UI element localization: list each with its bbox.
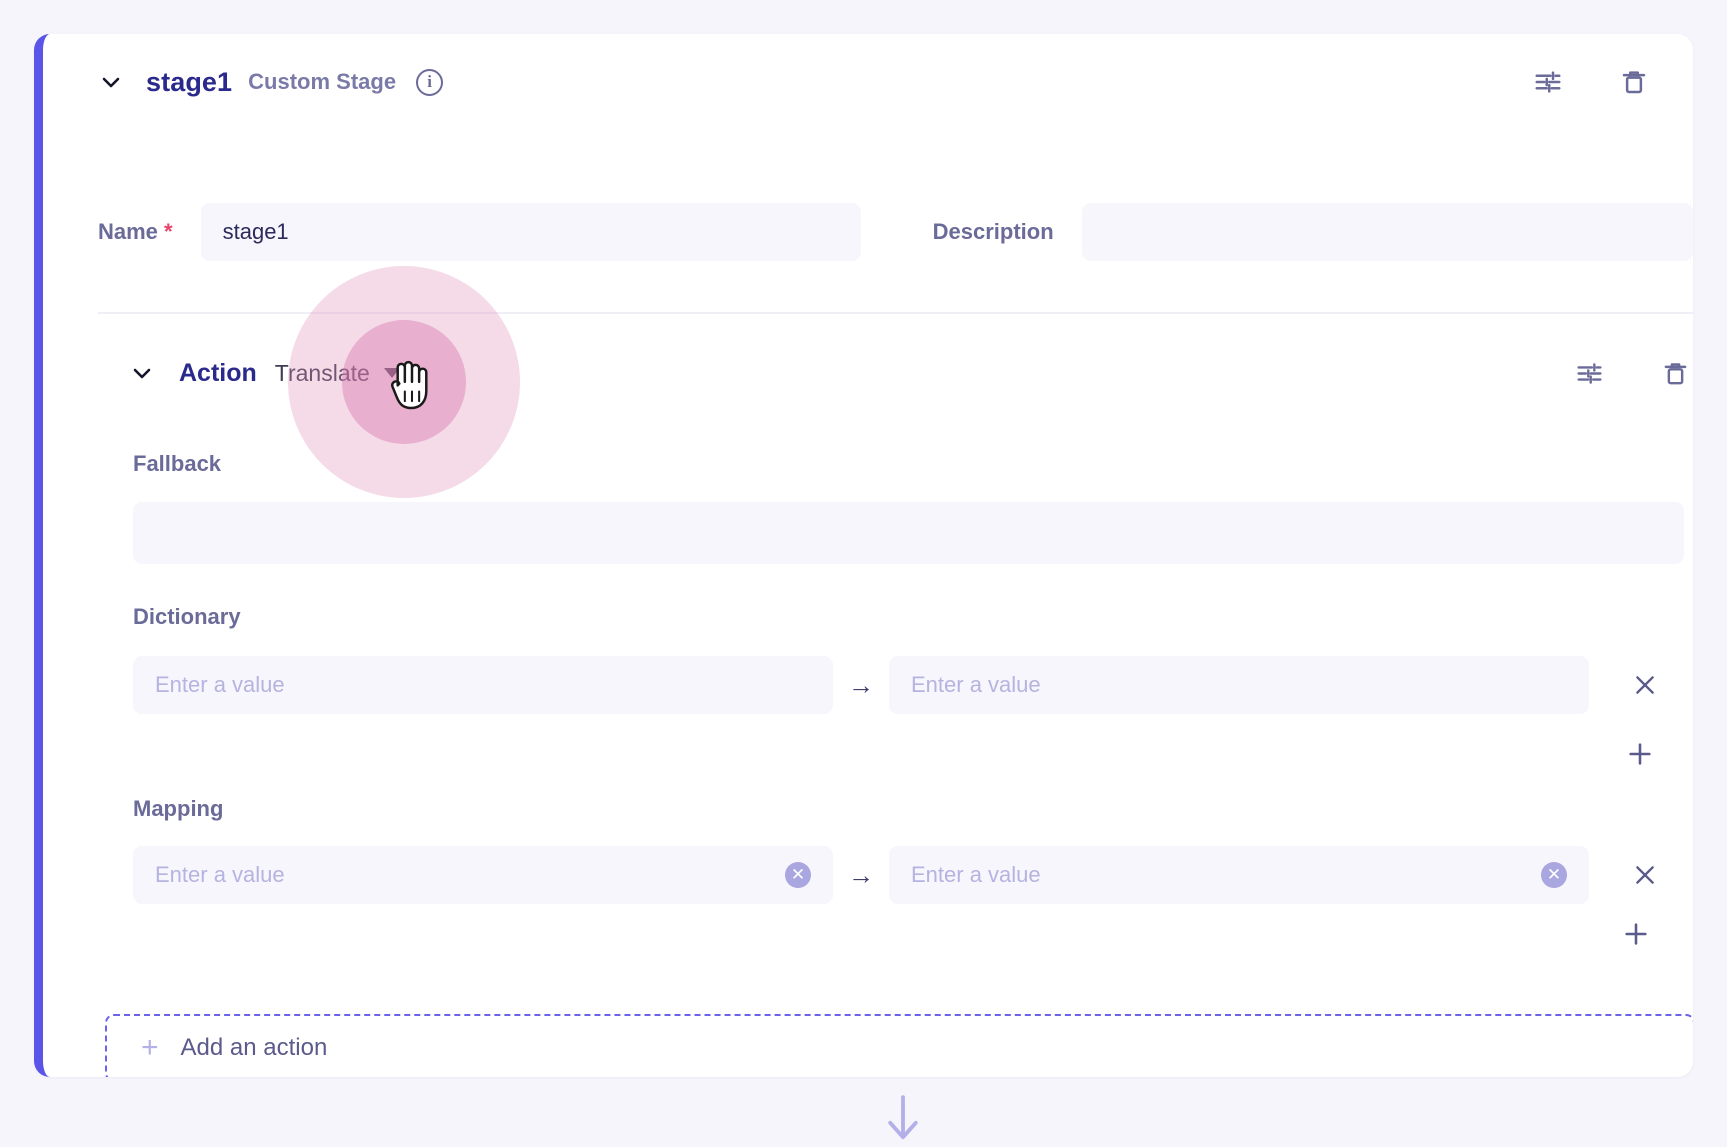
dictionary-arrow-icon: →: [848, 669, 874, 700]
mapping-value-input[interactable]: [889, 846, 1589, 904]
action-type-dropdown[interactable]: Translate: [275, 360, 400, 387]
mapping-add-row-button[interactable]: [1616, 914, 1656, 954]
action-header: Action Translate: [129, 349, 1693, 397]
name-label-text: Name: [98, 219, 158, 244]
mapping-key-wrap: ✕: [133, 846, 833, 904]
plus-icon: +: [141, 1031, 159, 1064]
add-an-action-label: Add an action: [180, 1034, 328, 1061]
fallback-label: Fallback: [133, 451, 222, 476]
mapping-label: Mapping: [133, 796, 224, 821]
description-input[interactable]: [1081, 203, 1693, 261]
app-root: stage1 Custom Stage i Name * Description: [0, 0, 1727, 1147]
dictionary-label: Dictionary: [133, 604, 241, 629]
description-input-wrap: [1081, 203, 1693, 261]
dictionary-key-wrap: [133, 656, 833, 714]
mapping-value-clear-circle-icon[interactable]: ✕: [1541, 862, 1567, 888]
action-delete-button[interactable]: [1656, 354, 1693, 392]
dictionary-value-input[interactable]: [889, 656, 1589, 714]
section-divider: [98, 312, 1693, 314]
name-input-wrap: [200, 203, 861, 261]
action-settings-button[interactable]: [1570, 354, 1608, 392]
action-title: Action: [179, 358, 257, 387]
dictionary-row: →: [133, 654, 1693, 716]
stage-delete-button[interactable]: [1615, 63, 1653, 101]
stage-card: stage1 Custom Stage i Name * Description: [34, 34, 1693, 1077]
name-description-row: Name * Description: [98, 202, 1693, 262]
name-input[interactable]: [200, 203, 861, 261]
chevron-down-icon[interactable]: [98, 69, 124, 95]
dictionary-remove-row-button[interactable]: [1625, 665, 1665, 705]
description-label: Description: [932, 219, 1054, 244]
required-marker: *: [164, 219, 173, 244]
mapping-key-input[interactable]: [133, 846, 833, 904]
dictionary-value-wrap: [889, 656, 1589, 714]
mapping-row: ✕ → ✕: [133, 844, 1693, 906]
info-icon[interactable]: i: [416, 68, 444, 96]
name-label: Name *: [98, 219, 173, 245]
stage-settings-button[interactable]: [1529, 63, 1567, 101]
stage-title: stage1: [146, 66, 233, 97]
add-an-action-button[interactable]: + Add an action: [105, 1014, 1693, 1077]
fallback-input-wrap: [133, 502, 1684, 564]
fallback-input[interactable]: [133, 502, 1684, 564]
mapping-key-clear-circle-icon[interactable]: ✕: [785, 862, 811, 888]
dictionary-key-input[interactable]: [133, 656, 833, 714]
dictionary-add-row-button[interactable]: [1620, 734, 1660, 774]
caret-down-icon: [383, 368, 400, 378]
mapping-value-wrap: ✕: [889, 846, 1589, 904]
mapping-remove-row-button[interactable]: [1625, 855, 1665, 895]
arrow-down-icon[interactable]: [880, 1092, 926, 1144]
stage-header: stage1 Custom Stage i: [43, 34, 1693, 130]
stage-subtitle: Custom Stage: [248, 69, 397, 94]
action-type-value: Translate: [274, 359, 370, 386]
mapping-arrow-icon: →: [848, 859, 874, 890]
action-chevron-down-icon[interactable]: [129, 360, 155, 386]
